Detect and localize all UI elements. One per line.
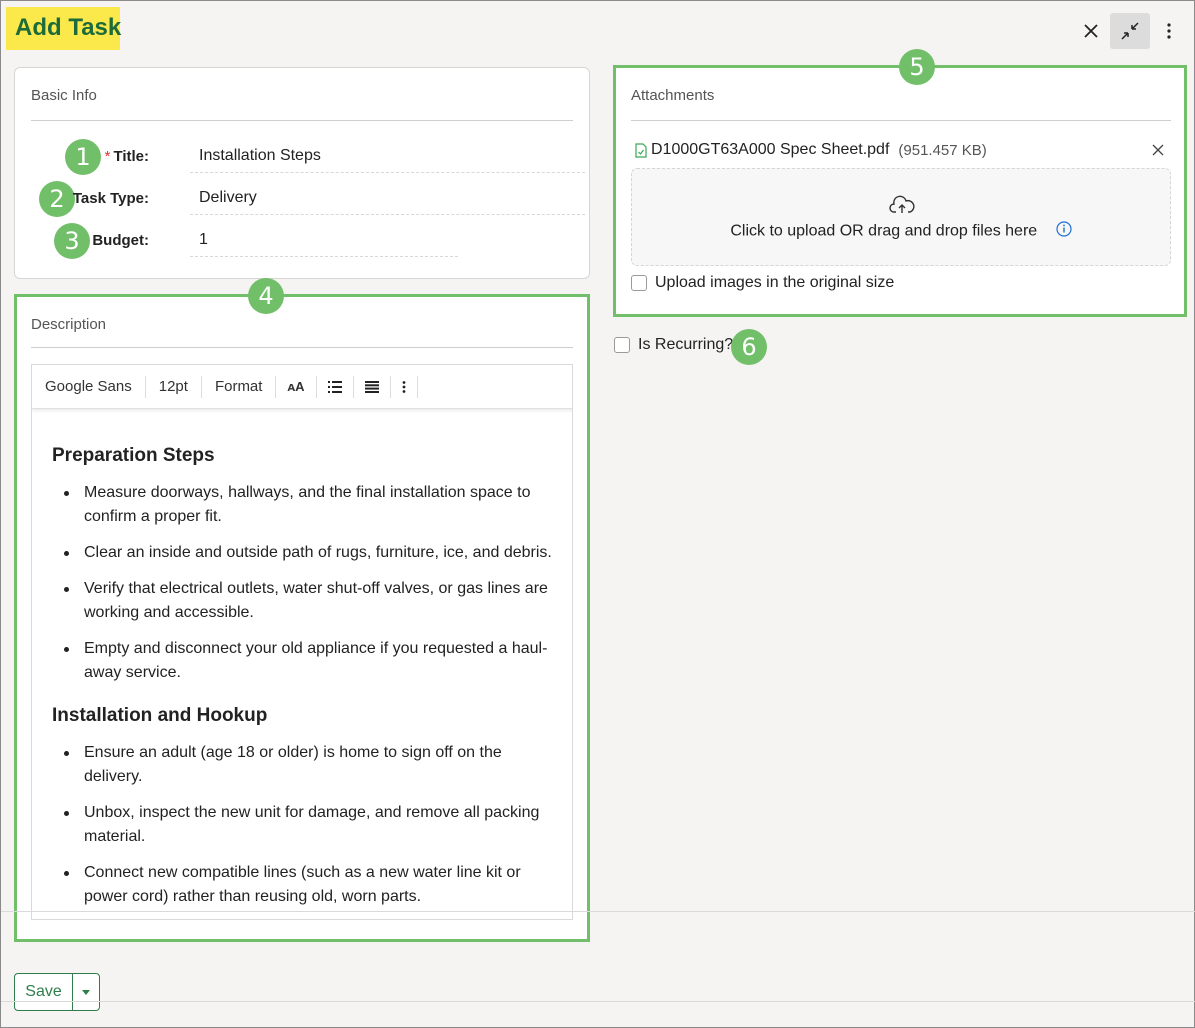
list-item: Connect new compatible lines (such as a … <box>64 861 562 909</box>
required-asterisk: * <box>104 148 111 165</box>
description-divider <box>31 347 573 348</box>
list-item: Clear an inside and outside path of rugs… <box>64 541 562 565</box>
page-title: Add Task <box>15 14 122 41</box>
badge-4: 4 <box>248 278 284 314</box>
more-options-button[interactable] <box>1151 13 1187 49</box>
section-heading: Installation and Hookup <box>52 705 268 726</box>
align-justify-icon <box>364 380 379 393</box>
attachments-divider <box>631 120 1171 121</box>
basic-info-title: Basic Info <box>31 87 97 104</box>
minimize-button[interactable] <box>1110 13 1150 49</box>
footer-divider <box>1 911 1195 912</box>
is-recurring-label: Is Recurring? <box>638 336 734 353</box>
basic-info-divider <box>31 120 573 121</box>
add-task-window: Add Task Basic Info 1 * Title: Installati… <box>0 0 1195 1028</box>
close-icon <box>1152 144 1164 156</box>
attachment-file-size: (951.457 KB) <box>898 141 987 159</box>
bullet-list: Measure doorways, hallways, and the fina… <box>64 481 562 685</box>
task-type-field[interactable]: Delivery <box>190 181 585 215</box>
font-size-select[interactable]: 12pt <box>146 375 202 398</box>
attachment-file[interactable]: D1000GT63A000 Spec Sheet.pdf (951.457 KB… <box>635 141 987 159</box>
rich-text-editor[interactable]: Google Sans 12pt Format ᴀA Preparation S… <box>31 364 573 920</box>
is-recurring-checkbox[interactable] <box>614 337 630 353</box>
pdf-file-icon <box>635 142 647 158</box>
minimize-icon <box>1121 22 1139 40</box>
editor-content: Preparation Steps Measure doorways, hall… <box>52 445 562 919</box>
save-button[interactable]: Save <box>15 974 73 1010</box>
original-size-checkbox[interactable] <box>631 275 647 291</box>
attachments-title: Attachments <box>631 87 715 104</box>
task-type-label: Task Type: <box>72 190 149 207</box>
upload-text: Click to upload OR drag and drop files h… <box>730 222 1038 240</box>
bullet-list: Ensure an adult (age 18 or older) is hom… <box>64 741 562 909</box>
more-vertical-icon <box>1167 23 1171 39</box>
title-label: * Title: <box>9 148 149 165</box>
text-case-button[interactable]: ᴀA <box>276 375 317 398</box>
format-select[interactable]: Format <box>202 375 277 398</box>
list-item: Measure doorways, hallways, and the fina… <box>64 481 562 529</box>
caret-down-icon <box>82 989 90 995</box>
text-case-icon: ᴀA <box>287 379 305 394</box>
more-tools-button[interactable] <box>391 375 418 398</box>
attachment-file-name: D1000GT63A000 Spec Sheet.pdf <box>651 141 890 158</box>
title-field[interactable]: Installation Steps <box>190 139 585 173</box>
align-button[interactable] <box>354 375 391 398</box>
upload-dropzone[interactable]: Click to upload OR drag and drop files h… <box>631 168 1171 266</box>
basic-info-card: Basic Info 1 * Title: Installation Steps … <box>14 67 590 279</box>
title-label-text: Title: <box>113 148 149 165</box>
upload-instructions: Click to upload OR drag and drop files h… <box>632 221 1170 242</box>
description-title: Description <box>31 316 107 333</box>
font-family-select[interactable]: Google Sans <box>32 375 146 398</box>
close-icon <box>1084 24 1098 38</box>
list-item: Ensure an adult (age 18 or older) is hom… <box>64 741 562 789</box>
editor-toolbar: Google Sans 12pt Format ᴀA <box>32 365 572 409</box>
cloud-upload-icon <box>889 195 915 213</box>
section-heading: Preparation Steps <box>52 445 215 466</box>
bullet-list-button[interactable] <box>317 375 354 398</box>
close-button[interactable] <box>1071 13 1111 49</box>
badge-6: 6 <box>731 329 767 365</box>
save-split-button: Save <box>14 973 100 1011</box>
save-dropdown-button[interactable] <box>73 974 99 1010</box>
info-icon[interactable] <box>1056 221 1072 242</box>
budget-field[interactable]: 1 <box>190 223 458 257</box>
budget-label: Budget: <box>92 232 149 249</box>
attachments-card: Attachments D1000GT63A000 Spec Sheet.pdf… <box>613 65 1187 317</box>
bottom-divider <box>1 1001 1195 1002</box>
bullet-list-icon <box>327 380 342 393</box>
badge-5: 5 <box>899 49 935 85</box>
list-item: Verify that electrical outlets, water sh… <box>64 577 562 625</box>
more-vertical-icon <box>402 380 405 393</box>
list-item: Empty and disconnect your old appliance … <box>64 637 562 685</box>
list-item: Unbox, inspect the new unit for damage, … <box>64 801 562 849</box>
remove-attachment-button[interactable] <box>1152 143 1168 159</box>
description-card: Description Google Sans 12pt Format ᴀA P… <box>14 294 590 942</box>
original-size-label: Upload images in the original size <box>655 274 895 291</box>
